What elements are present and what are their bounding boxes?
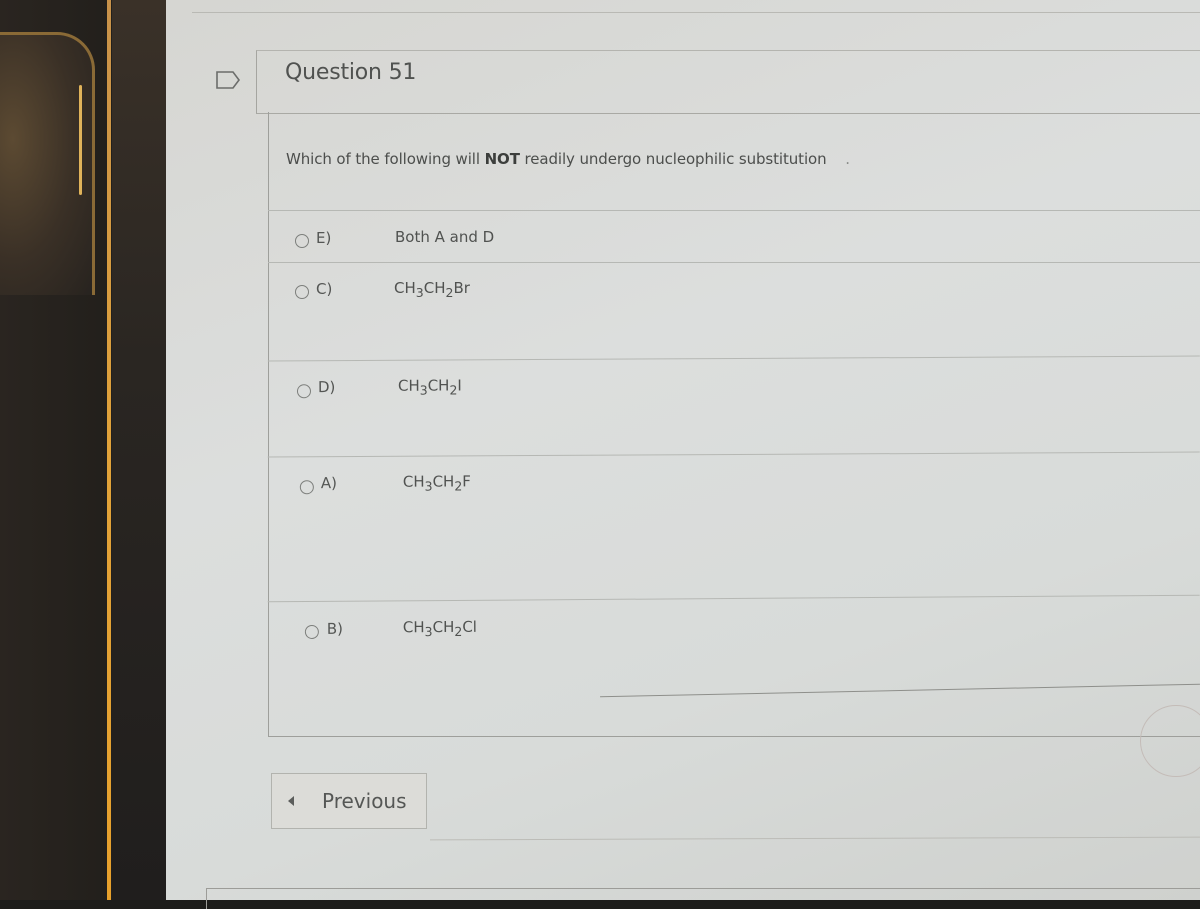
sub: 3 [424, 478, 433, 494]
answer-text: CH3CH2F [402, 472, 471, 494]
bezel-frame-reflection [0, 32, 95, 295]
answer-option-c[interactable]: C) CH3CH2Br [268, 262, 1200, 335]
sub: 2 [454, 623, 463, 639]
radio-button[interactable] [299, 480, 314, 495]
radio-button[interactable] [304, 624, 319, 639]
answer-text: CH3CH2I [397, 376, 462, 398]
previous-button[interactable]: Previous [271, 773, 427, 829]
sub: 3 [415, 285, 424, 300]
answer-text: Both A and D [395, 228, 495, 246]
answer-text: CH3CH2Cl [402, 617, 477, 640]
flag-icon[interactable] [215, 70, 241, 90]
answer-letter: C) [316, 280, 333, 298]
question-text-after: readily undergo nucleophilic substitutio… [519, 150, 827, 168]
radio-button[interactable] [295, 234, 309, 248]
triangle-left-icon [288, 796, 294, 806]
answer-letter: B) [326, 619, 344, 638]
answer-text: CH3CH2Br [394, 279, 470, 300]
answer-letter: A) [320, 474, 338, 493]
question-text-emphasis: NOT [484, 150, 520, 168]
question-text: Which of the following will NOT readily … [286, 150, 850, 168]
sub: 2 [445, 285, 454, 300]
bezel-dark-strip [112, 0, 166, 900]
next-panel-edge [206, 888, 1200, 909]
previous-label: Previous [322, 789, 407, 813]
divider [192, 12, 1200, 13]
answer-option-d[interactable]: D) CH3CH2I [267, 355, 1200, 432]
sub: 2 [454, 478, 463, 494]
question-text-before: Which of the following will [286, 150, 485, 168]
sub: 3 [424, 624, 433, 640]
answer-option-e[interactable]: E) Both A and D [268, 210, 1200, 263]
answer-option-a[interactable]: A) CH3CH2F [267, 451, 1200, 578]
radio-button[interactable] [295, 285, 309, 299]
answer-letter: E) [316, 229, 332, 247]
question-trailing-mark: . [845, 150, 850, 168]
answer-letter: D) [317, 378, 336, 397]
sub: 2 [449, 382, 458, 398]
bezel-amber-strip [107, 0, 111, 900]
question-title: Question 51 [285, 60, 417, 85]
device-bezel [0, 0, 168, 900]
sub: 3 [419, 382, 428, 398]
radio-button[interactable] [296, 384, 312, 399]
